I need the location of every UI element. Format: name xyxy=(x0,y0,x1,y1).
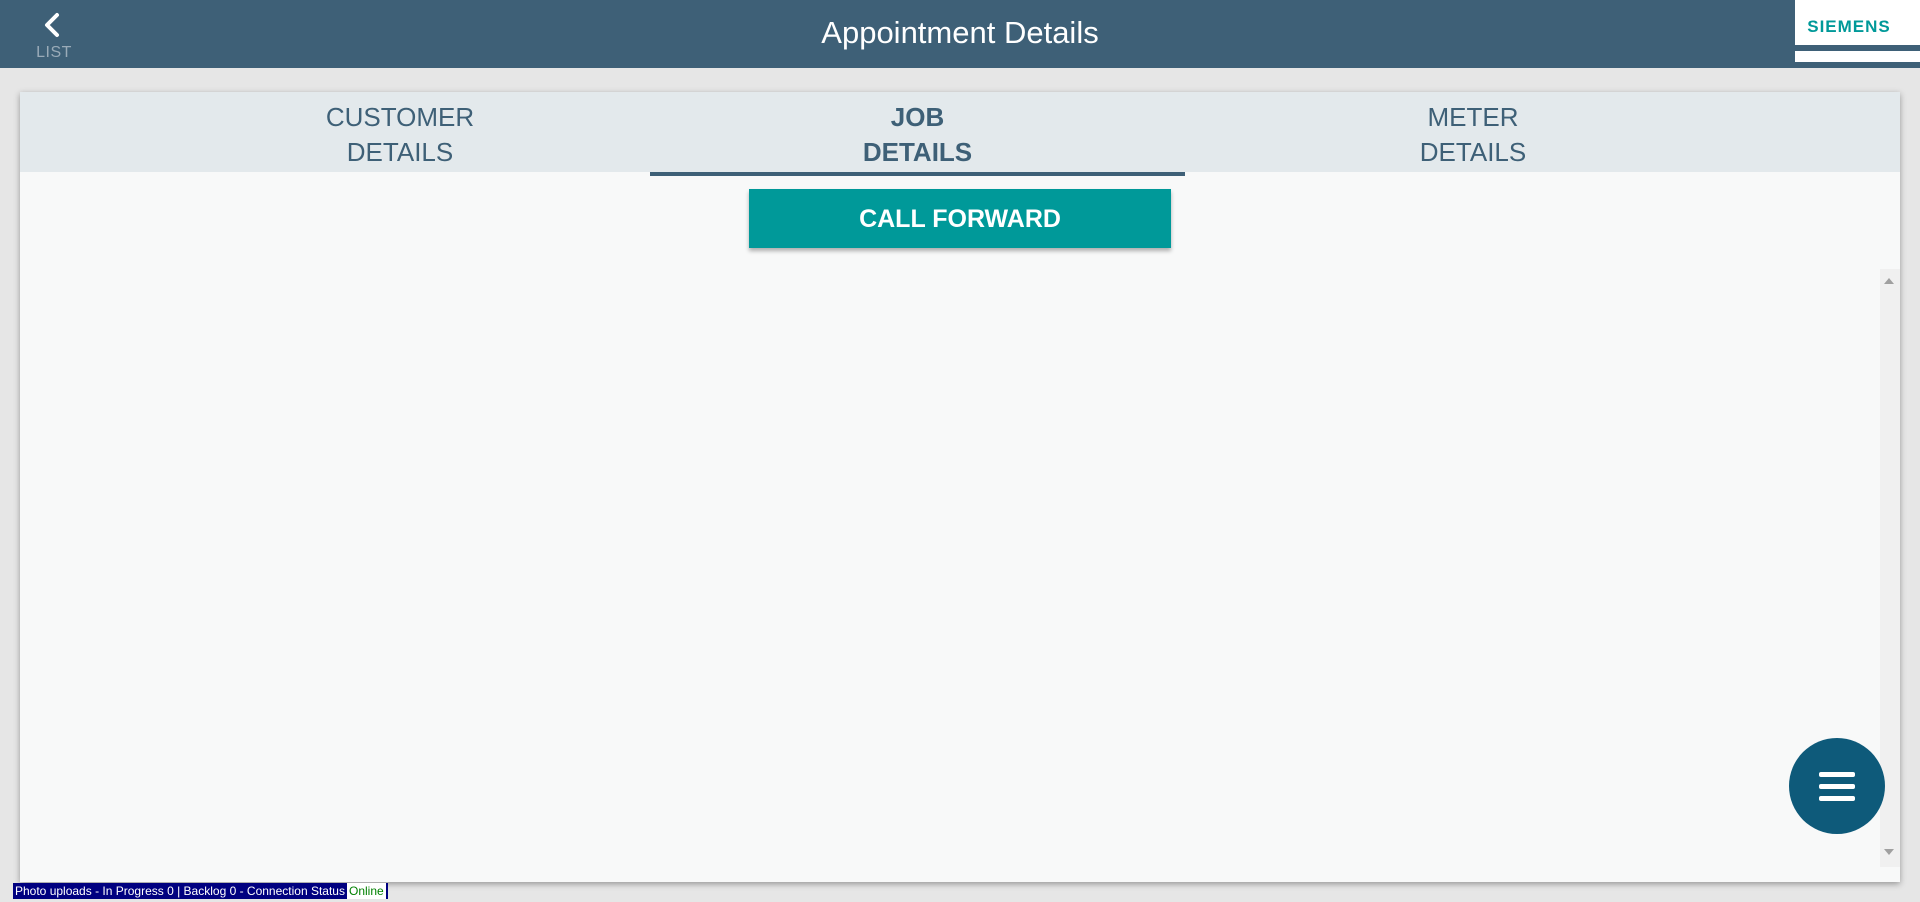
app-header: LIST Appointment Details SIEMENS xyxy=(0,0,1920,68)
tab-label-line1: CUSTOMER xyxy=(325,102,475,132)
upload-status-bar: Photo uploads - In Progress 0 | Backlog … xyxy=(13,883,388,899)
scroll-up-arrow-icon[interactable] xyxy=(1884,278,1894,284)
logo-stripe xyxy=(1795,45,1920,51)
active-tab-indicator xyxy=(650,172,1185,176)
siemens-logo: SIEMENS xyxy=(1795,0,1920,62)
tab-job-details[interactable]: JOB DETAILS xyxy=(650,92,1185,176)
tab-label-line2: DETAILS xyxy=(346,137,454,167)
page-title: Appointment Details xyxy=(821,15,1099,50)
connection-status-badge: Online xyxy=(346,883,386,899)
status-text: Photo uploads - In Progress 0 | Backlog … xyxy=(15,884,345,898)
tab-bar: CUSTOMER DETAILS JOB DETAILS METER DETAI… xyxy=(20,92,1900,176)
tab-label-line1: JOB xyxy=(890,102,945,132)
call-forward-button[interactable]: CALL FORWARD xyxy=(749,189,1171,248)
tab-meter-details[interactable]: METER DETAILS xyxy=(1303,92,1643,172)
logo-text: SIEMENS xyxy=(1807,17,1891,36)
tab-label-line2: DETAILS xyxy=(1419,137,1527,167)
content-card: CUSTOMER DETAILS JOB DETAILS METER DETAI… xyxy=(20,92,1900,882)
scroll-down-arrow-icon[interactable] xyxy=(1884,849,1894,855)
tab-label-line2: DETAILS xyxy=(862,137,973,167)
tab-label-line1: METER xyxy=(1427,102,1519,132)
menu-fab-button[interactable] xyxy=(1789,738,1885,834)
tab-customer-details[interactable]: CUSTOMER DETAILS xyxy=(230,92,570,172)
